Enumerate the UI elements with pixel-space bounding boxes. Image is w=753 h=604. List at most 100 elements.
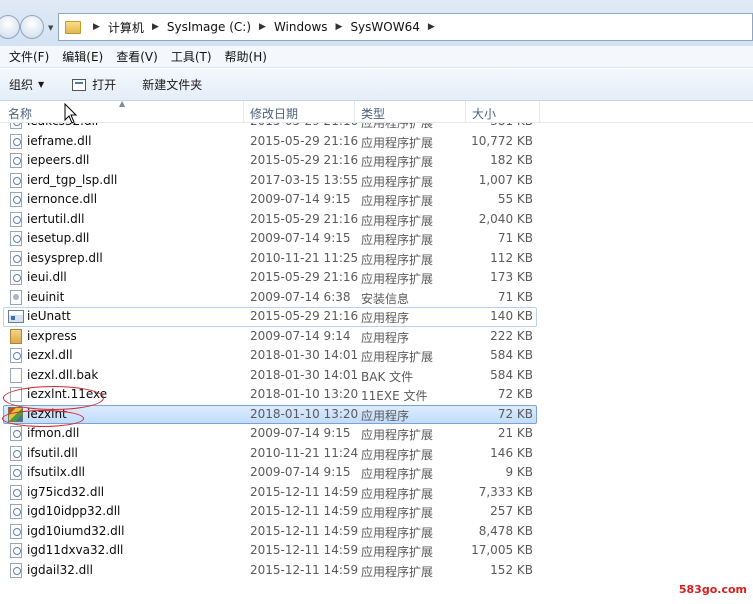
file-row[interactable]: igd11dxva32.dll 2015-12-11 14:59 应用程序扩展 17,… xyxy=(0,541,753,561)
file-type: 应用程序扩展 xyxy=(361,467,434,481)
file-date: 2015-05-29 21:16 xyxy=(250,211,359,226)
file-date: 2010-11-21 11:25 xyxy=(250,250,359,265)
file-row[interactable]: ierd_tgp_lsp.dll 2017-03-15 13:55 应用程序扩展 1,… xyxy=(0,171,753,191)
file-list[interactable]: ieakcs32.dll2015-05-29 21:16应用程序扩展381 KB… xyxy=(0,123,753,593)
file-type: 安装信息 xyxy=(361,291,410,306)
file-name: ifmon.dll xyxy=(27,426,80,440)
file-row[interactable]: iezxlnt.11exe 2018-01-10 13:20 11EXE 文件 72 … xyxy=(0,385,753,405)
caret-down-icon: ▼ xyxy=(38,80,45,89)
file-date: 2009-07-14 9:15 xyxy=(250,465,351,479)
file-row[interactable]: iertutil.dll 2015-05-29 21:16 应用程序扩展 2,040 … xyxy=(0,210,753,230)
file-date: 2015-12-11 14:59 xyxy=(250,484,359,499)
file-type: 应用程序扩展 xyxy=(361,272,434,286)
file-row[interactable]: iezxlnt 2018-01-10 13:20 应用程序 72 KB xyxy=(0,404,753,424)
file-size: 7,333 KB xyxy=(478,484,533,499)
file-row[interactable]: ig75icd32.dll 2015-12-11 14:59 应用程序扩展 7,333… xyxy=(0,483,753,503)
file-row[interactable]: ieuinit 2009-07-14 6:38 安装信息 71 KB xyxy=(0,288,753,308)
breadcrumb-syswow64[interactable]: SysWOW64 xyxy=(350,20,419,34)
file-size: 584 KB xyxy=(490,348,533,362)
file-type: 应用程序 xyxy=(361,330,410,345)
menu-edit[interactable]: 编辑(E) xyxy=(62,48,103,65)
breadcrumb-drive[interactable]: SysImage (C:) xyxy=(167,20,251,34)
file-type: 应用程序扩展 xyxy=(361,213,434,228)
menu-tools[interactable]: 工具(T) xyxy=(171,48,212,65)
breadcrumb-computer[interactable]: 计算机 xyxy=(108,19,144,36)
breadcrumb-windows[interactable]: Windows xyxy=(274,20,328,34)
address-bar[interactable]: ▶ 计算机 ▶ SysImage (C:) ▶ Windows ▶ SysWOW… xyxy=(58,13,753,41)
column-divider[interactable] xyxy=(465,101,466,123)
package-icon xyxy=(10,328,22,344)
file-row[interactable]: iezxl.dll.bak 2018-01-30 14:01 BAK 文件 584 K… xyxy=(0,366,753,386)
file-row[interactable]: iernonce.dll 2009-07-14 9:15 应用程序扩展 55 KB xyxy=(0,190,753,210)
file-row[interactable]: iepeers.dll 2015-05-29 21:16 应用程序扩展 182 KB xyxy=(0,151,753,171)
address-bar-row: ▼ ▶ 计算机 ▶ SysImage (C:) ▶ Windows ▶ SysW… xyxy=(0,0,753,46)
chevron-right-icon[interactable]: ▶ xyxy=(93,22,100,32)
back-button[interactable] xyxy=(0,15,20,39)
open-label: 打开 xyxy=(92,78,117,92)
chevron-right-icon[interactable]: ▶ xyxy=(428,22,435,32)
file-row[interactable]: iexpress 2009-07-14 9:14 应用程序 222 KB xyxy=(0,327,753,347)
column-divider[interactable] xyxy=(354,101,355,123)
file-size: 72 KB xyxy=(497,387,533,401)
file-type: 应用程序扩展 xyxy=(361,194,434,208)
column-header-bar: ▲ 名称 修改日期 类型 大小 xyxy=(0,99,753,123)
file-size: 140 KB xyxy=(490,309,533,323)
file-row[interactable]: ifmon.dll 2009-07-14 9:15 应用程序扩展 21 KB xyxy=(0,424,753,444)
file-row[interactable]: iesysprep.dll 2010-11-21 11:25 应用程序扩展 112 K… xyxy=(0,249,753,269)
file-row[interactable]: iesetup.dll 2009-07-14 9:15 应用程序扩展 71 KB xyxy=(0,229,753,249)
chevron-right-icon[interactable]: ▶ xyxy=(336,22,343,32)
file-row[interactable]: ifsutilx.dll 2009-07-14 9:15 应用程序扩展 9 KB xyxy=(0,463,753,483)
file-name: iezxl.dll xyxy=(27,348,73,362)
file-row[interactable]: iezxl.dll 2018-01-30 14:01 应用程序扩展 584 KB xyxy=(0,346,753,366)
menu-file[interactable]: 文件(F) xyxy=(9,48,49,65)
file-row[interactable]: igdail32.dll 2015-12-11 14:59 应用程序扩展 152 KB xyxy=(0,561,753,581)
file-name: ifsutilx.dll xyxy=(27,465,85,479)
file-date: 2015-05-29 21:16 xyxy=(250,153,359,167)
dll-file-icon xyxy=(10,484,22,500)
dll-file-icon xyxy=(10,172,22,188)
menu-view[interactable]: 查看(V) xyxy=(116,48,158,65)
file-type: BAK 文件 xyxy=(361,369,414,384)
watermark: 583go.com xyxy=(678,583,747,596)
column-size[interactable]: 大小 xyxy=(472,105,496,122)
chevron-right-icon[interactable]: ▶ xyxy=(259,22,266,32)
file-row[interactable]: igd10idpp32.dll 2015-12-11 14:59 应用程序扩展 257… xyxy=(0,502,753,522)
file-row[interactable]: ieframe.dll 2015-05-29 21:16 应用程序扩展 10,772 … xyxy=(0,132,753,152)
dll-file-icon xyxy=(10,270,22,285)
file-size: 8,478 KB xyxy=(478,523,533,538)
menu-help[interactable]: 帮助(H) xyxy=(225,48,267,65)
file-row[interactable]: ieUnatt 2015-05-29 21:16 应用程序 140 KB xyxy=(0,307,753,327)
open-button[interactable]: 打开 xyxy=(72,76,116,93)
file-date: 2009-07-14 9:15 xyxy=(250,231,351,245)
history-dropdown-icon[interactable]: ▼ xyxy=(48,24,53,32)
file-date: 2018-01-30 14:01 xyxy=(250,367,359,382)
annotation-ellipse xyxy=(2,410,84,427)
file-row[interactable]: ieui.dll 2015-05-29 21:16 应用程序扩展 173 KB xyxy=(0,268,753,288)
generic-file-icon xyxy=(10,367,22,383)
column-date[interactable]: 修改日期 xyxy=(250,105,298,122)
dll-file-icon xyxy=(10,133,22,149)
forward-button[interactable] xyxy=(20,15,44,39)
dll-file-icon xyxy=(10,504,22,519)
dll-file-icon xyxy=(10,465,22,480)
file-size: 257 KB xyxy=(490,504,533,518)
file-type: 应用程序扩展 xyxy=(361,174,434,189)
file-size: 17,005 KB xyxy=(471,543,533,557)
column-name[interactable]: 名称 xyxy=(8,105,32,122)
file-date: 2015-05-29 21:16 xyxy=(250,123,358,128)
sort-ascending-icon: ▲ xyxy=(119,99,126,108)
new-folder-button[interactable]: 新建文件夹 xyxy=(142,76,202,93)
file-size: 72 KB xyxy=(497,406,533,421)
column-divider[interactable] xyxy=(243,101,244,123)
file-date: 2018-01-10 13:20 xyxy=(250,387,359,401)
chevron-right-icon[interactable]: ▶ xyxy=(152,22,159,32)
organize-button[interactable]: 组织 ▼ xyxy=(9,76,44,93)
dll-file-icon xyxy=(10,523,22,539)
file-date: 2009-07-14 9:14 xyxy=(250,328,351,343)
column-divider[interactable] xyxy=(539,101,540,123)
file-row[interactable]: ifsutil.dll 2010-11-21 11:24 应用程序扩展 146 KB xyxy=(0,444,753,464)
file-row[interactable]: ieakcs32.dll 2015-05-29 21:16应用程序扩展 381 KB xyxy=(0,123,753,132)
file-size: 9 KB xyxy=(505,465,533,479)
column-type[interactable]: 类型 xyxy=(361,105,385,122)
file-row[interactable]: igd10iumd32.dll 2015-12-11 14:59 应用程序扩展 8,4… xyxy=(0,522,753,542)
